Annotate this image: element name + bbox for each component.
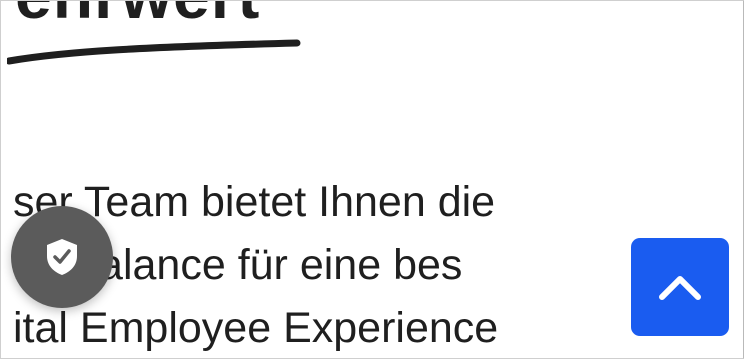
body-line: ital Employee Experience	[13, 304, 499, 352]
page-viewport: ehrwert ser Team bietet Ihnen die ke Bal…	[0, 0, 744, 359]
scroll-to-top-button[interactable]	[631, 238, 729, 336]
shield-check-icon	[47, 239, 77, 275]
heading-underline-stroke	[7, 39, 301, 65]
chevron-up-icon	[659, 276, 701, 300]
section-heading: ehrwert	[15, 1, 260, 33]
privacy-settings-button[interactable]	[11, 206, 113, 308]
